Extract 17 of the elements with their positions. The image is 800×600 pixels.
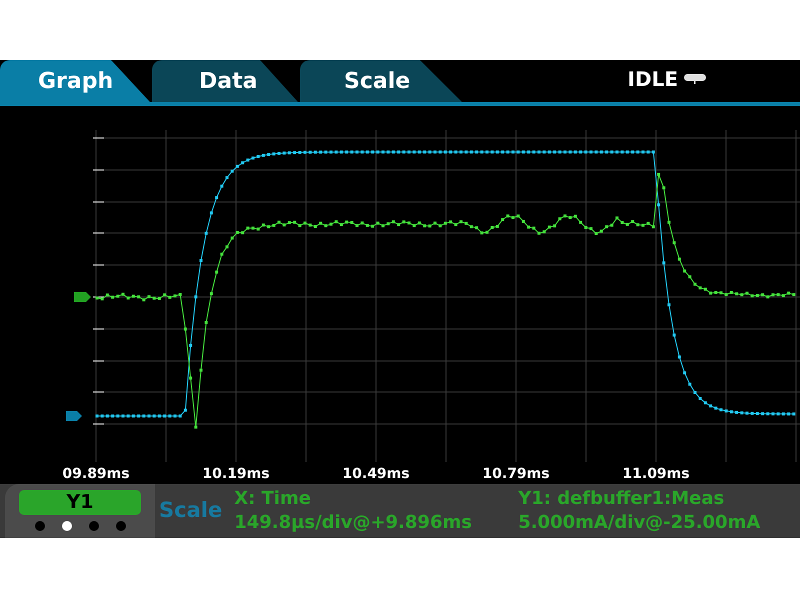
y-axis-scale: 5.000mA/div@-25.00mA	[518, 511, 760, 535]
axis-label: 10.79ms	[481, 465, 551, 484]
tab[interactable]: Data	[152, 60, 298, 102]
tab[interactable]: Graph	[0, 60, 150, 102]
level-marker-icon	[66, 411, 82, 421]
pill-icon	[684, 74, 706, 84]
axis-label: 10.49ms	[341, 465, 411, 484]
axis-label: 10.19ms	[201, 465, 271, 484]
tab[interactable]: Scale	[300, 60, 462, 102]
y-axis-title: Y1: defbuffer1:Meas	[518, 487, 726, 511]
status-text: IDLE	[628, 66, 678, 93]
x-axis-scale: 149.8µs/div@+9.896ms	[234, 511, 473, 535]
trace-button[interactable]: Y1	[19, 490, 141, 515]
x-axis-title: X: Time	[234, 487, 312, 511]
level-marker-icon	[74, 292, 91, 302]
axis-label: 11.09ms	[621, 465, 691, 484]
axis-label: 09.89ms	[61, 465, 131, 484]
